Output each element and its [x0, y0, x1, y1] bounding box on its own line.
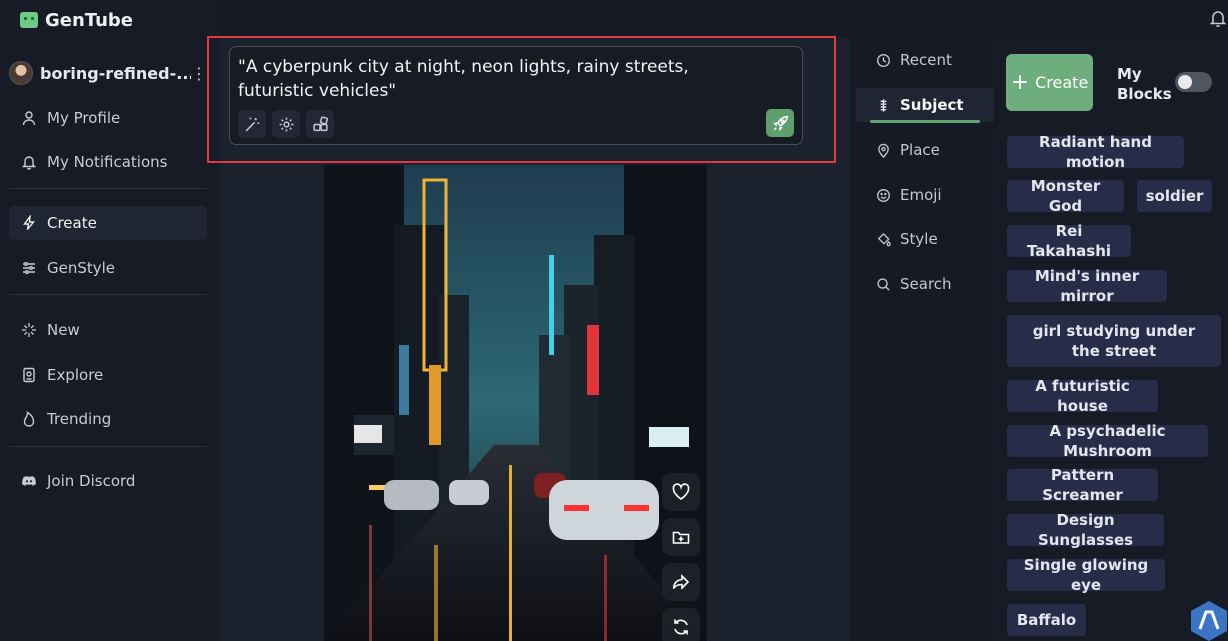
bell-icon: [21, 156, 37, 170]
plus-icon: +: [1010, 69, 1030, 95]
sidebar-item-new[interactable]: New: [9, 313, 207, 347]
pin-icon: [878, 143, 889, 158]
magic-wand-button[interactable]: [238, 110, 266, 138]
regenerate-button[interactable]: [662, 608, 700, 641]
share-icon: [672, 574, 690, 590]
username: boring-refined-...: [40, 63, 191, 83]
block-chip[interactable]: Design Sunglasses: [1007, 511, 1164, 549]
refresh-icon: [674, 619, 688, 635]
block-chip[interactable]: Monster God: [1007, 177, 1124, 215]
divider: [9, 446, 207, 447]
block-chip[interactable]: Rei Takahashi: [1007, 222, 1131, 260]
save-to-folder-button[interactable]: [662, 518, 700, 556]
block-chip[interactable]: Radiant hand motion: [1007, 133, 1184, 171]
block-chip[interactable]: A futuristic house: [1007, 377, 1158, 415]
block-chip[interactable]: Pattern Screamer: [1007, 466, 1158, 504]
rocket-icon: [772, 115, 788, 132]
subject-icon: [880, 98, 887, 112]
sidebar-item-explore[interactable]: Explore: [9, 358, 207, 392]
divider: [9, 188, 207, 189]
sidebar-item-label: Explore: [47, 366, 104, 384]
search-icon: [877, 277, 890, 291]
tab-recent[interactable]: Recent: [856, 43, 994, 77]
heart-icon: [672, 483, 690, 500]
cyberpunk-city-image: [324, 165, 707, 641]
prompt-text[interactable]: "A cyberpunk city at night, neon lights,…: [238, 55, 758, 103]
settings-button[interactable]: [272, 110, 300, 138]
tab-label: Search: [900, 275, 952, 293]
tab-search[interactable]: Search: [856, 267, 994, 301]
tab-style[interactable]: Style: [856, 222, 994, 256]
notification-bell-icon[interactable]: [1208, 8, 1228, 28]
user-menu[interactable]: boring-refined-... ⋮: [9, 59, 207, 87]
sidebar-item-create[interactable]: Create: [9, 206, 207, 240]
tab-label: Style: [900, 230, 938, 248]
sidebar-item-label: Trending: [47, 410, 112, 428]
gear-icon: [279, 117, 293, 131]
emoji-icon: [877, 188, 890, 202]
sidebar-item-label: GenStyle: [47, 259, 116, 277]
block-chip[interactable]: soldier: [1137, 180, 1212, 212]
sidebar-item-join-discord[interactable]: Join Discord: [9, 464, 207, 498]
sidebar-item-label: New: [47, 321, 80, 339]
sidebar-item-my-notifications[interactable]: My Notifications: [9, 145, 207, 179]
tab-label: Recent: [900, 51, 952, 69]
discord-icon: [22, 476, 36, 486]
block-chip[interactable]: Single glowing eye: [1007, 556, 1165, 594]
person-icon: [22, 111, 36, 126]
my-blocks-label: My Blocks: [1117, 65, 1172, 103]
create-block-button[interactable]: + Create: [1006, 54, 1093, 111]
tab-label: Place: [900, 141, 940, 159]
sidebar-item-label: Create: [47, 214, 97, 232]
generate-button[interactable]: [766, 109, 794, 137]
clock-icon: [877, 53, 890, 67]
category-panel: [852, 38, 999, 641]
tab-emoji[interactable]: Emoji: [856, 178, 994, 212]
block-chip[interactable]: Mind's inner mirror: [1007, 267, 1167, 305]
tab-place[interactable]: Place: [856, 133, 994, 167]
sidebar-item-genstyle[interactable]: GenStyle: [9, 251, 207, 285]
share-button[interactable]: [662, 563, 700, 601]
blocks-icon: [312, 115, 328, 131]
block-chip[interactable]: A psychadelic Mushroom: [1007, 422, 1208, 460]
tv-logo-icon: [20, 12, 38, 28]
prompt-input[interactable]: "A cyberpunk city at night, neon lights,…: [229, 46, 803, 145]
block-chip[interactable]: Baffalo: [1007, 604, 1086, 636]
like-button[interactable]: [662, 473, 700, 511]
assistant-badge-icon[interactable]: [1190, 600, 1228, 641]
divider: [9, 294, 207, 295]
app-logo[interactable]: GenTube: [20, 8, 133, 32]
block-chip[interactable]: girl studying under the street: [1007, 315, 1221, 367]
create-label: Create: [1035, 73, 1089, 92]
tab-subject[interactable]: Subject: [856, 88, 994, 122]
sidebar-item-label: Join Discord: [47, 472, 136, 490]
flame-icon: [23, 411, 35, 427]
app-title: GenTube: [45, 9, 134, 31]
avatar: [9, 61, 33, 85]
sidebar-item-my-profile[interactable]: My Profile: [9, 101, 207, 135]
magic-wand-icon: [245, 117, 259, 131]
tab-label: Subject: [900, 96, 964, 114]
sidebar-item-trending[interactable]: Trending: [9, 402, 207, 436]
tab-label: Emoji: [900, 186, 942, 204]
sliders-icon: [23, 262, 35, 274]
sparkle-icon: [22, 323, 36, 337]
explore-icon: [23, 367, 35, 383]
folder-plus-icon: [672, 531, 690, 544]
blocks-button[interactable]: [306, 110, 334, 138]
lightning-icon: [23, 215, 35, 230]
paint-bucket-icon: [877, 232, 891, 246]
generated-image[interactable]: [324, 165, 707, 641]
sidebar-item-label: My Notifications: [47, 153, 168, 171]
my-blocks-toggle[interactable]: [1175, 72, 1212, 92]
sidebar-item-label: My Profile: [47, 109, 121, 127]
kebab-menu-icon[interactable]: ⋮: [191, 64, 207, 83]
active-tab-indicator: [870, 120, 980, 123]
